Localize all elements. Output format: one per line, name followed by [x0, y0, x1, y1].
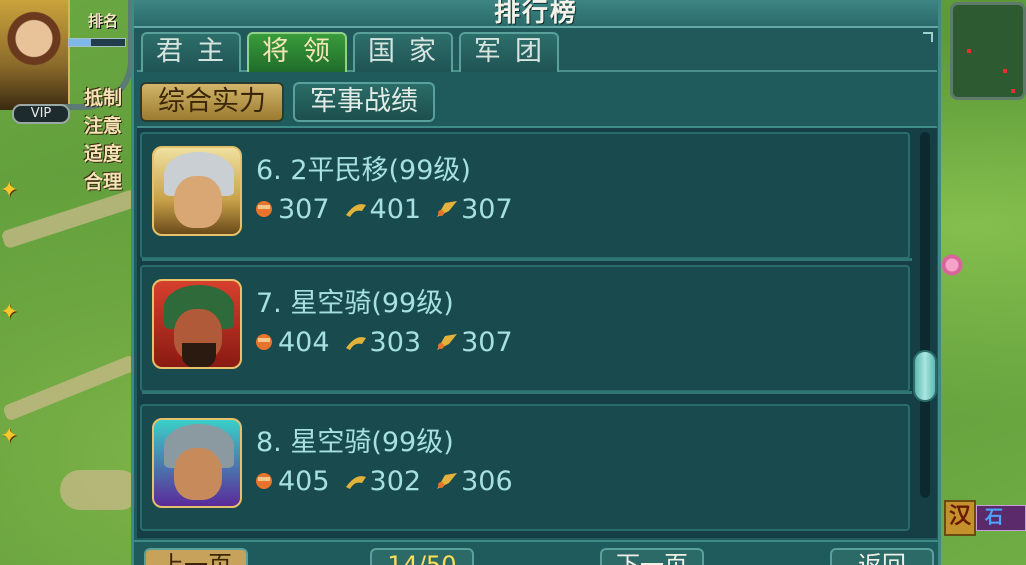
tab-general[interactable]: 将领 [247, 32, 347, 72]
page-indicator: 14/50 [370, 548, 474, 565]
subtab-overall-power[interactable]: 综合实力 [140, 82, 284, 122]
map-label-icon: ✦ [0, 178, 19, 203]
tab-nation[interactable]: 国家 [353, 32, 453, 72]
ranking-list[interactable]: 6. 2平民移(99级) 307 401 307 7. 星空骑(99级) 404… [137, 126, 937, 538]
horn-icon [345, 204, 366, 217]
general-name: 7. 星空骑(99级) [256, 288, 454, 319]
minimap-marker [1003, 69, 1007, 73]
page-title: 排行榜 [493, 0, 578, 28]
general-stats: 404 303 307 [252, 325, 527, 359]
horn-icon [345, 476, 366, 489]
horn-icon [345, 337, 366, 350]
general-name: 6. 2平民移(99级) [256, 155, 471, 186]
general-stats: 307 401 307 [252, 192, 527, 226]
minimap-marker [1011, 89, 1015, 93]
stat-value: 306 [461, 465, 513, 497]
general-avatar [152, 279, 242, 369]
scrollbar-track[interactable] [920, 132, 930, 498]
stat-value: 405 [278, 465, 330, 497]
row-divider [142, 258, 912, 261]
player-status-panel[interactable]: 排名 VIP 抵制 注意 适度 合理 [0, 0, 135, 210]
notice-line: 合理 [84, 171, 123, 193]
general-avatar [152, 418, 242, 508]
vip-badge[interactable]: VIP [12, 104, 70, 124]
panel-title-bar: 排行榜 [134, 0, 938, 28]
subtab-military-record[interactable]: 军事战绩 [293, 82, 435, 122]
stat-defense: 302 [344, 465, 422, 497]
wing-icon [437, 201, 458, 217]
anti-addiction-notice: 抵制 注意 适度 合理 [84, 84, 132, 196]
stat-value: 302 [369, 465, 422, 497]
notice-line: 注意 [84, 115, 123, 137]
notice-line: 抵制 [84, 87, 123, 109]
stat-value: 303 [369, 326, 422, 358]
city-label[interactable]: 石 [976, 505, 1026, 531]
row-divider [142, 391, 912, 394]
stat-attack: 404 [252, 327, 330, 358]
tab-legion[interactable]: 军团 [459, 32, 559, 72]
stat-value: 401 [369, 193, 422, 225]
scrollbar-thumb[interactable] [913, 350, 937, 402]
general-stats: 405 302 306 [252, 464, 527, 498]
tab-bar: 君主 将领 国家 军团 [137, 30, 937, 72]
stat-attack: 307 [252, 194, 330, 225]
footer-bar [134, 540, 938, 565]
map-label-icon: ✦ [0, 424, 19, 449]
list-item[interactable]: 7. 星空骑(99级) 404 303 307 [140, 265, 912, 394]
flower-decoration [940, 250, 964, 280]
face [174, 448, 222, 500]
stat-value: 307 [278, 193, 330, 225]
wing-icon [437, 334, 458, 350]
fist-icon [256, 473, 272, 489]
stat-intellect: 307 [435, 194, 513, 225]
stat-attack: 405 [252, 466, 330, 497]
list-item[interactable]: 6. 2平民移(99级) 307 401 307 [140, 132, 912, 261]
general-avatar [152, 146, 242, 236]
face [174, 176, 222, 228]
next-page-button[interactable]: 下一页 [600, 548, 704, 565]
fist-icon [256, 201, 272, 217]
ranking-panel: 排行榜 君主 将领 国家 军团 综合实力 军事战绩 6. 2平民移(99级) 3… [131, 0, 941, 565]
map-label-icon: ✦ [0, 300, 19, 325]
list-item[interactable]: 8. 星空骑(99级) 405 302 306 [140, 404, 910, 531]
dirt-road [60, 470, 140, 510]
prev-page-button[interactable]: 上一页 [144, 548, 248, 565]
back-button[interactable]: 返回 [830, 548, 934, 565]
stat-value: 307 [461, 326, 513, 358]
exp-bar [68, 38, 126, 47]
stat-defense: 401 [344, 193, 422, 225]
tab-lord[interactable]: 君主 [141, 32, 241, 72]
beard [182, 343, 216, 367]
stat-defense: 303 [344, 326, 422, 358]
dirt-road [2, 354, 138, 422]
wing-icon [437, 473, 458, 489]
stat-intellect: 307 [435, 327, 513, 358]
rank-label: 排名 [88, 12, 119, 30]
fist-icon [256, 334, 272, 350]
stat-value: 307 [461, 193, 513, 225]
stat-value: 404 [278, 326, 330, 358]
corner-ornament [923, 32, 933, 42]
general-name: 8. 星空骑(99级) [256, 427, 454, 458]
minimap[interactable] [950, 2, 1026, 100]
faction-han-badge[interactable]: 汉 [944, 500, 976, 536]
stat-intellect: 306 [435, 466, 513, 497]
notice-line: 适度 [84, 143, 123, 165]
minimap-marker [967, 49, 971, 53]
